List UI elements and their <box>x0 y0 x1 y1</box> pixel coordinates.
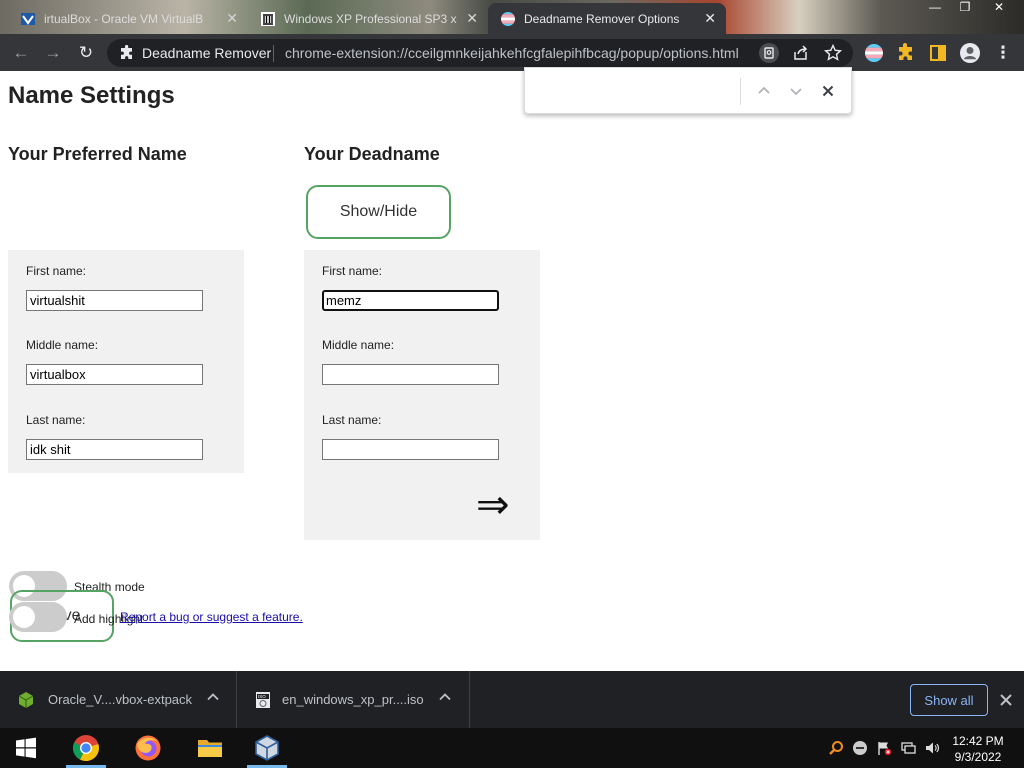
preferred-middle-name-input[interactable] <box>26 364 203 385</box>
extpack-file-icon <box>18 692 34 708</box>
chrome-icon <box>72 735 99 762</box>
extension-name: Deadname Remover <box>142 45 272 61</box>
preferred-first-name-label: First name: <box>26 264 87 278</box>
close-find-icon[interactable] <box>817 80 839 102</box>
system-clock[interactable]: 12:42 PM 9/3/2022 <box>948 733 1008 765</box>
find-input[interactable] <box>533 77 733 105</box>
report-bug-link[interactable]: Report a bug or suggest a feature. <box>120 610 303 624</box>
tab-title: Deadname Remover Options <box>524 11 680 26</box>
add-deadname-arrow-icon[interactable]: ⇒ <box>476 483 510 527</box>
close-window-icon[interactable]: ✕ <box>986 0 1012 18</box>
chevron-up-icon[interactable] <box>205 689 221 705</box>
tab-deadname-remover-options[interactable]: Deadname Remover Options ✕ <box>488 3 726 34</box>
deadname-first-name-input[interactable] <box>322 290 499 311</box>
preferred-name-panel: First name: Middle name: Last name: <box>8 250 244 473</box>
taskbar-virtualbox[interactable] <box>243 728 291 768</box>
virtualbox-favicon-icon <box>21 12 35 25</box>
virtualbox-icon <box>255 735 279 761</box>
clock-time: 12:42 PM <box>952 734 1004 748</box>
side-panel-icon[interactable] <box>927 42 949 64</box>
preferred-first-name-input[interactable] <box>26 290 203 311</box>
address-bar[interactable]: Deadname Remover chrome-extension://ccei… <box>107 39 853 67</box>
chrome-menu-icon[interactable]: ⋮ <box>992 42 1014 64</box>
taskbar-firefox[interactable] <box>124 728 172 768</box>
download-shelf: Oracle_V....vbox-extpack ISO en_windows_… <box>0 671 1024 728</box>
download-filename: en_windows_xp_pr....iso <box>282 692 424 707</box>
preferred-last-name-label: Last name: <box>26 413 86 427</box>
profile-avatar-icon[interactable] <box>959 42 981 64</box>
extensions-puzzle-icon[interactable] <box>895 42 917 64</box>
tab-windows-xp[interactable]: Windows XP Professional SP3 x ✕ <box>248 3 488 34</box>
network-tray-icon[interactable] <box>900 740 916 756</box>
deadname-heading: Your Deadname <box>304 144 440 164</box>
reload-icon[interactable]: ↻ <box>75 42 97 64</box>
flag-tray-icon[interactable] <box>876 740 892 756</box>
find-next-chevron-down-icon[interactable] <box>785 80 807 102</box>
chevron-up-icon[interactable] <box>437 689 453 705</box>
close-tab-icon[interactable]: ✕ <box>704 10 716 27</box>
close-download-shelf-icon[interactable] <box>996 690 1016 710</box>
deadname-remover-extension-icon[interactable] <box>863 42 885 64</box>
tab-title: Windows XP Professional SP3 x <box>284 11 457 26</box>
download-item[interactable]: ISO en_windows_xp_pr....iso <box>237 671 470 728</box>
bookmark-star-icon[interactable] <box>823 43 843 63</box>
restore-window-icon[interactable]: ❐ <box>952 0 978 18</box>
close-tab-icon[interactable]: ✕ <box>466 10 478 27</box>
extension-puzzle-icon <box>121 45 132 59</box>
show-all-downloads-button[interactable]: Show all <box>910 684 988 716</box>
svg-text:ISO: ISO <box>258 694 266 699</box>
find-in-page-icon[interactable] <box>759 43 779 63</box>
minimize-window-icon[interactable]: — <box>922 0 948 18</box>
deadname-last-name-label: Last name: <box>322 413 382 427</box>
volume-tray-icon[interactable] <box>924 740 940 756</box>
download-filename: Oracle_V....vbox-extpack <box>48 692 193 707</box>
windows-logo-icon <box>16 737 36 759</box>
folder-icon <box>198 740 222 757</box>
firefox-icon <box>135 735 161 761</box>
find-bar <box>524 67 852 114</box>
find-previous-chevron-up-icon[interactable] <box>753 80 775 102</box>
show-hide-button[interactable]: Show/Hide <box>306 185 451 239</box>
start-button[interactable] <box>2 728 50 768</box>
deadname-last-name-input[interactable] <box>322 439 499 460</box>
url-text[interactable]: chrome-extension://cceilgmnkeijahkehfcgf… <box>285 45 739 61</box>
taskbar-chrome[interactable] <box>62 728 110 768</box>
preferred-middle-name-label: Middle name: <box>26 338 99 352</box>
iso-file-icon: ISO <box>256 692 270 708</box>
tab-virtualbox[interactable]: irtualBox - Oracle VM VirtualB ✕ <box>8 3 248 34</box>
tab-title: irtualBox - Oracle VM VirtualB <box>44 11 204 26</box>
taskbar-file-explorer[interactable] <box>186 728 234 768</box>
deadname-middle-name-input[interactable] <box>322 364 499 385</box>
minus-circle-tray-icon[interactable] <box>852 740 868 756</box>
browser-toolbar: ← → ↻ Deadname Remover chrome-extension:… <box>0 34 1024 71</box>
clock-date: 9/3/2022 <box>954 750 1002 764</box>
omnibox-divider <box>273 45 274 62</box>
archive-favicon-icon <box>261 11 275 26</box>
windows-taskbar: 12:42 PM 9/3/2022 <box>0 728 1024 768</box>
download-item[interactable]: Oracle_V....vbox-extpack <box>0 671 237 728</box>
share-icon[interactable] <box>791 43 811 63</box>
find-divider <box>740 78 741 105</box>
page-title: Name Settings <box>8 82 175 109</box>
preferred-name-heading: Your Preferred Name <box>8 144 187 164</box>
trans-flag-favicon-icon <box>501 11 515 26</box>
deadname-first-name-label: First name: <box>322 264 383 278</box>
deadname-middle-name-label: Middle name: <box>322 338 395 352</box>
tab-strip: irtualBox - Oracle VM VirtualB ✕ Windows… <box>0 0 1024 34</box>
toggle-knob <box>13 606 35 628</box>
add-highlight-toggle[interactable] <box>9 602 67 632</box>
search-tray-icon[interactable] <box>828 740 844 756</box>
back-arrow-icon[interactable]: ← <box>10 42 32 64</box>
close-tab-icon[interactable]: ✕ <box>226 10 238 27</box>
forward-arrow-icon[interactable]: → <box>42 42 64 64</box>
preferred-last-name-input[interactable] <box>26 439 203 460</box>
